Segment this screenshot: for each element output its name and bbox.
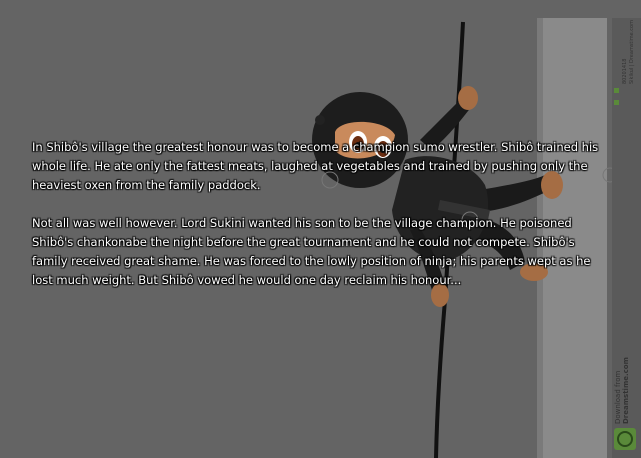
watermark-site: Dreamstime.com bbox=[622, 357, 630, 424]
watermark-credit: Sikikul | Dreamstime.com bbox=[629, 20, 635, 84]
watermark-download-from: Download from bbox=[614, 370, 622, 424]
watermark-id: 80201418 bbox=[622, 58, 628, 84]
game-screen: Download from Dreamstime.com 80201418 Si… bbox=[0, 0, 641, 458]
story-paragraph-1: In Shibô's village the greatest honour w… bbox=[32, 140, 599, 192]
story-paragraph-2: Not all was well however. Lord Sukini wa… bbox=[32, 216, 591, 287]
story-text-box: In Shibô's village the greatest honour w… bbox=[32, 138, 612, 309]
